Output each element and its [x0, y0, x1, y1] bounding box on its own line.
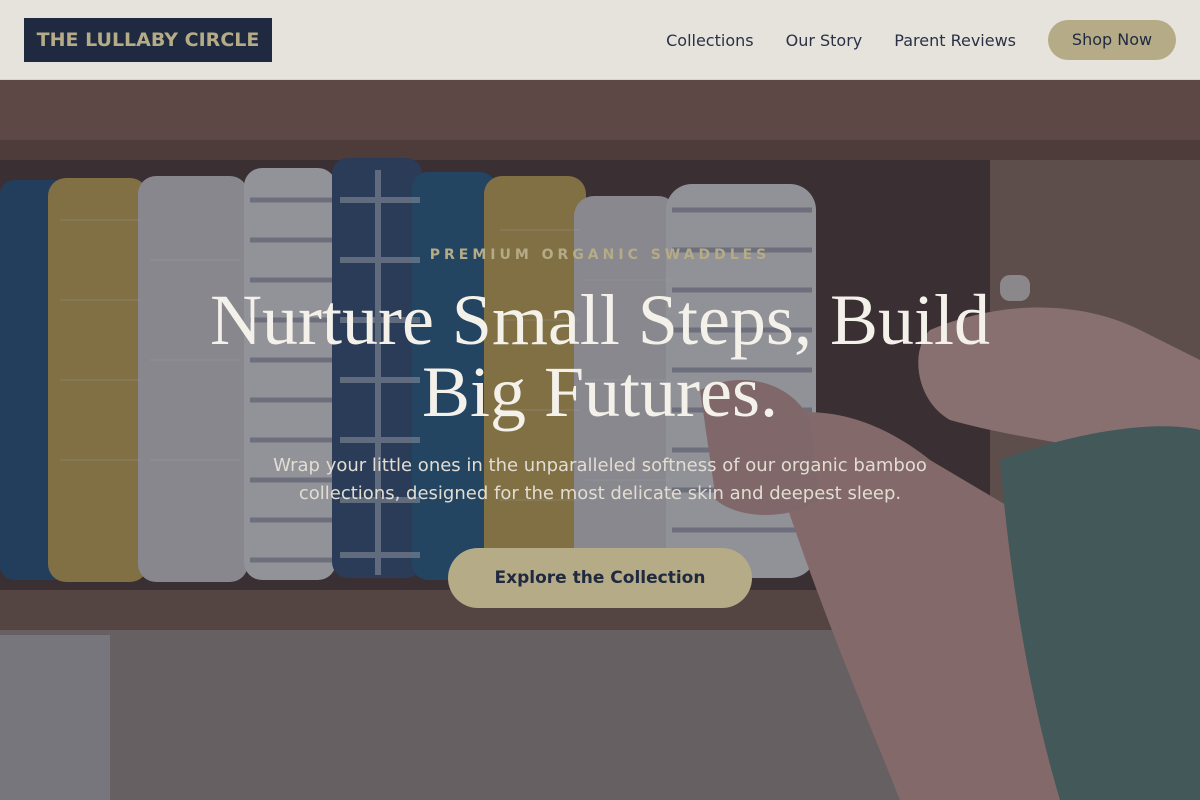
main-nav: Collections Our Story Parent Reviews [666, 0, 1016, 80]
site-header: THE LULLABY CIRCLE Collections Our Story… [0, 0, 1200, 80]
nav-link-collections[interactable]: Collections [666, 31, 753, 50]
hero-section: PREMIUM ORGANIC SWADDLES Nurture Small S… [0, 240, 1200, 608]
landing-page: THE LULLABY CIRCLE Collections Our Story… [0, 0, 1200, 800]
explore-collection-button[interactable]: Explore the Collection [448, 548, 752, 608]
hero-headline: Nurture Small Steps, Build Big Futures. [210, 280, 990, 432]
nav-link-our-story[interactable]: Our Story [786, 31, 863, 50]
hero-subtext: Wrap your little ones in the unparallele… [273, 455, 927, 504]
shop-now-button[interactable]: Shop Now [1048, 20, 1176, 60]
site-logo[interactable]: THE LULLABY CIRCLE [24, 18, 272, 62]
hero-eyebrow: PREMIUM ORGANIC SWADDLES [429, 247, 771, 263]
nav-link-parent-reviews[interactable]: Parent Reviews [894, 31, 1016, 50]
